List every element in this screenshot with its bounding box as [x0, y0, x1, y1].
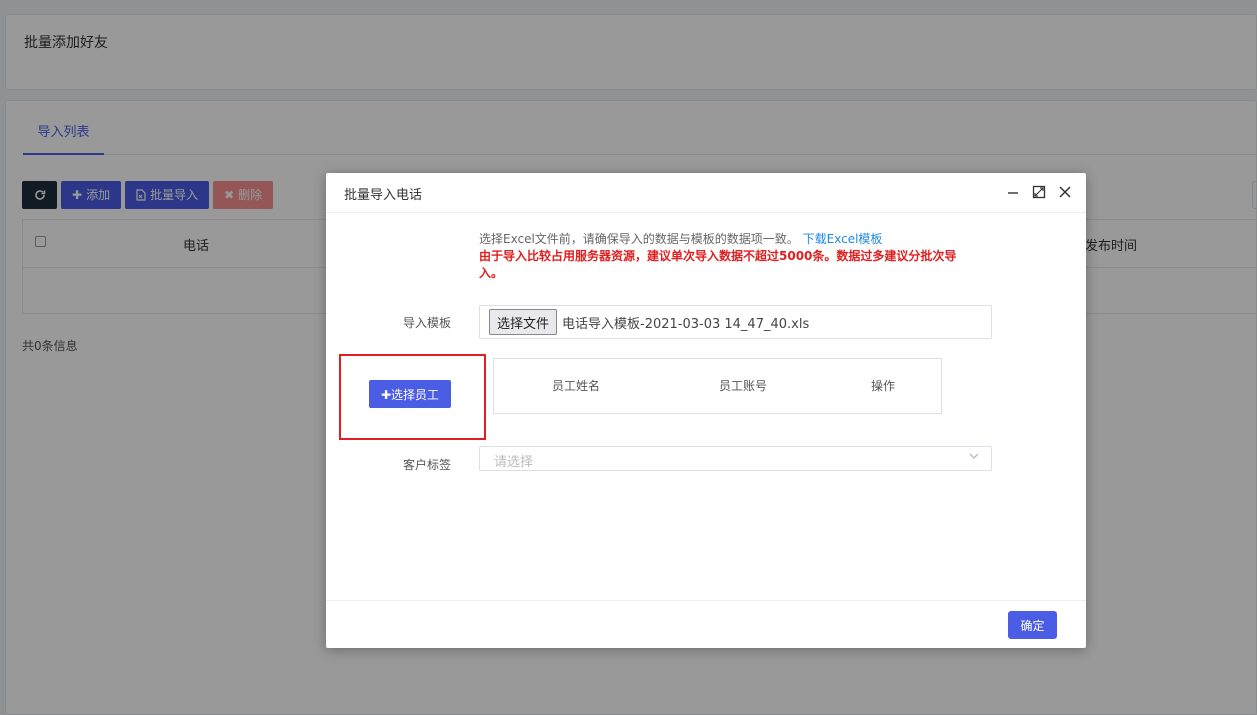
column-header-employee-name: 员工姓名 — [552, 379, 601, 393]
file-input[interactable]: 选择文件 电话导入模板-2021-03-03 14_47_40.xls — [479, 305, 992, 339]
confirm-button[interactable]: 确定 — [1008, 611, 1057, 639]
column-header-employee-account: 员工账号 — [719, 379, 768, 393]
import-template-label: 导入模板 — [402, 316, 451, 330]
maximize-icon[interactable] — [1032, 185, 1046, 199]
import-phone-dialog: 批量导入电话 选择Excel文件前，请确保导入的数据与模板的数据项一致。 下载E… — [326, 173, 1086, 648]
dialog-footer: 确定 — [326, 600, 1086, 648]
chevron-down-icon — [969, 453, 979, 459]
customer-tag-label: 客户标签 — [402, 458, 451, 472]
select-employee-button[interactable]: ✚选择员工 — [369, 380, 451, 408]
dialog-header: 批量导入电话 — [326, 173, 1086, 213]
choose-file-button[interactable]: 选择文件 — [489, 309, 558, 335]
minimize-icon[interactable] — [1006, 185, 1020, 199]
employee-table: 员工姓名 员工账号 操作 — [493, 358, 942, 414]
import-warning: 由于导入比较占用服务器资源，建议单次导入数据不超过5000条。数据过多建议分批次… — [479, 249, 957, 280]
selected-file-name: 电话导入模板-2021-03-03 14_47_40.xls — [562, 316, 810, 332]
dialog-title: 批量导入电话 — [344, 188, 423, 203]
customer-tag-select[interactable]: 请选择 — [479, 446, 992, 471]
close-icon[interactable] — [1058, 185, 1072, 199]
dialog-controls — [1006, 185, 1072, 199]
import-hint: 选择Excel文件前，请确保导入的数据与模板的数据项一致。 下载Excel模板 … — [479, 231, 979, 282]
select-placeholder: 请选择 — [494, 455, 534, 470]
column-header-action: 操作 — [871, 379, 896, 393]
download-template-link[interactable]: 下载Excel模板 — [803, 232, 883, 246]
hint-text: 选择Excel文件前，请确保导入的数据与模板的数据项一致。 — [479, 232, 799, 246]
